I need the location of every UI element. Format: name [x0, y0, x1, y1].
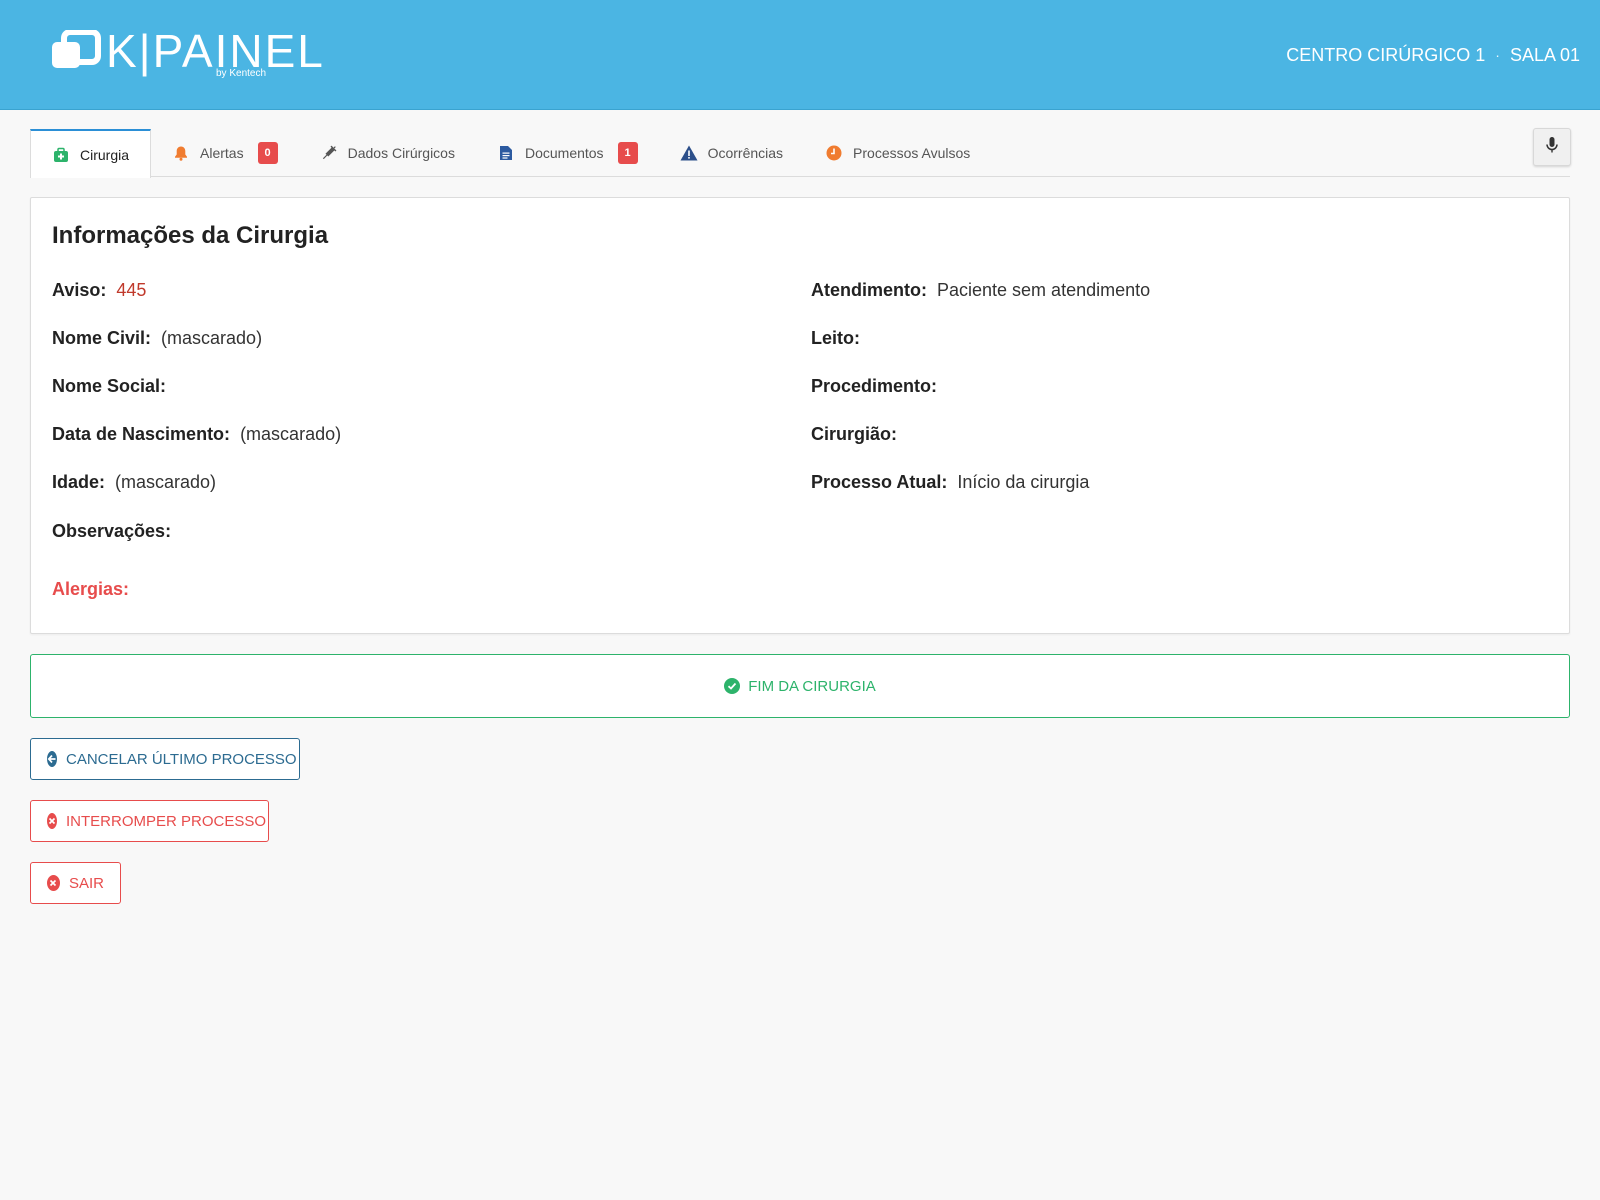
location-indicator: CENTRO CIRÚRGICO 1 · SALA 01: [1286, 44, 1580, 66]
field-data-nascimento: Data de Nascimento: (mascarado): [52, 423, 341, 445]
tab-cirurgia[interactable]: Cirurgia: [30, 129, 152, 178]
tab-label: Processos Avulsos: [853, 145, 971, 161]
alerts-count-badge: 0: [257, 142, 278, 164]
app-header: K|PAINEL by Kentech CENTRO CIRÚRGICO 1 ·…: [0, 0, 1600, 110]
field-label: Atendimento:: [811, 280, 927, 300]
syringe-icon: [320, 144, 338, 162]
tab-label: Alertas: [200, 145, 244, 161]
field-label: Procedimento:: [811, 376, 938, 396]
bell-icon: [172, 144, 190, 162]
field-value: (mascarado): [240, 424, 342, 444]
field-label: Data de Nascimento:: [52, 424, 231, 444]
field-label: Nome Civil:: [52, 328, 152, 348]
field-label: Aviso:: [52, 280, 107, 300]
field-observacoes: Observações:: [52, 520, 181, 542]
field-procedimento: Procedimento:: [811, 375, 947, 397]
button-label: INTERROMPER PROCESSO: [66, 812, 267, 830]
field-label: Leito:: [811, 328, 860, 348]
field-label: Nome Social:: [52, 376, 167, 396]
tab-dados-cirurgicos[interactable]: Dados Cirúrgicos: [299, 129, 476, 177]
logo-mark-icon: [52, 30, 101, 68]
tab-label: Ocorrências: [707, 145, 784, 161]
field-leito: Leito:: [811, 327, 870, 349]
field-label: Observações:: [52, 521, 172, 541]
voice-command-button[interactable]: [1533, 128, 1571, 166]
clock-icon: [825, 144, 843, 162]
close-circle-icon: [47, 875, 60, 891]
interrupt-process-button[interactable]: INTERROMPER PROCESSO: [30, 800, 269, 842]
tab-label: Cirurgia: [80, 146, 130, 163]
documents-count-badge: 1: [617, 142, 638, 164]
document-icon: [497, 144, 515, 162]
field-label: Idade:: [52, 472, 106, 492]
microphone-icon: [1545, 136, 1559, 159]
kpainel-logo: K|PAINEL by Kentech: [50, 28, 323, 88]
exit-button[interactable]: SAIR: [30, 862, 121, 904]
tab-processos-avulsos[interactable]: Processos Avulsos: [804, 129, 991, 177]
tab-label: Documentos: [524, 145, 604, 161]
field-value: (mascarado): [161, 328, 263, 348]
button-label: CANCELAR ÚLTIMO PROCESSO: [66, 750, 297, 768]
field-value: Paciente sem atendimento: [937, 280, 1151, 300]
field-nome-social: Nome Social:: [52, 375, 176, 397]
surgical-center-label: CENTRO CIRÚRGICO 1: [1286, 45, 1486, 65]
arrow-left-circle-icon: [47, 751, 57, 767]
field-alergias: Alergias:: [52, 578, 139, 600]
location-separator: ·: [1495, 47, 1500, 63]
field-label: Cirurgião:: [811, 424, 898, 444]
tab-label: Dados Cirúrgicos: [347, 145, 455, 161]
button-label: FIM DA CIRURGIA: [748, 677, 876, 695]
button-label: SAIR: [68, 874, 104, 892]
room-label: SALA 01: [1509, 45, 1580, 65]
surgery-info-card: Informações da Cirurgia Aviso: 445 Nome C…: [30, 197, 1570, 634]
check-circle-icon: [724, 678, 741, 694]
field-label: Processo Atual:: [811, 472, 948, 492]
field-value: Início da cirurgia: [957, 472, 1090, 492]
finish-surgery-button[interactable]: FIM DA CIRURGIA: [30, 654, 1570, 718]
field-value: (mascarado): [115, 472, 217, 492]
field-aviso: Aviso: 445: [52, 279, 146, 301]
tab-documentos[interactable]: Documentos 1: [476, 129, 659, 177]
field-atendimento: Atendimento: Paciente sem atendimento: [811, 279, 1150, 301]
logo-subtitle: by Kentech: [216, 68, 267, 79]
cancel-last-process-button[interactable]: CANCELAR ÚLTIMO PROCESSO: [30, 738, 300, 780]
field-value: 445: [116, 280, 147, 300]
tab-ocorrencias[interactable]: Ocorrências: [659, 129, 804, 177]
main-tabs: Cirurgia Alertas 0 Dados Cirúrgicos Docu…: [30, 129, 1570, 178]
allergies-label: Alergias:: [52, 579, 130, 599]
field-processo-atual: Processo Atual: Início da cirurgia: [811, 471, 1089, 493]
card-title: Informações da Cirurgia: [52, 222, 329, 249]
medical-kit-icon: [52, 146, 70, 164]
close-circle-icon: [47, 813, 57, 829]
tab-alertas[interactable]: Alertas 0: [151, 129, 299, 177]
warning-icon: [680, 144, 698, 162]
field-cirurgiao: Cirurgião:: [811, 423, 907, 445]
field-nome-civil: Nome Civil: (mascarado): [52, 327, 262, 349]
field-idade: Idade: (mascarado): [52, 471, 216, 493]
